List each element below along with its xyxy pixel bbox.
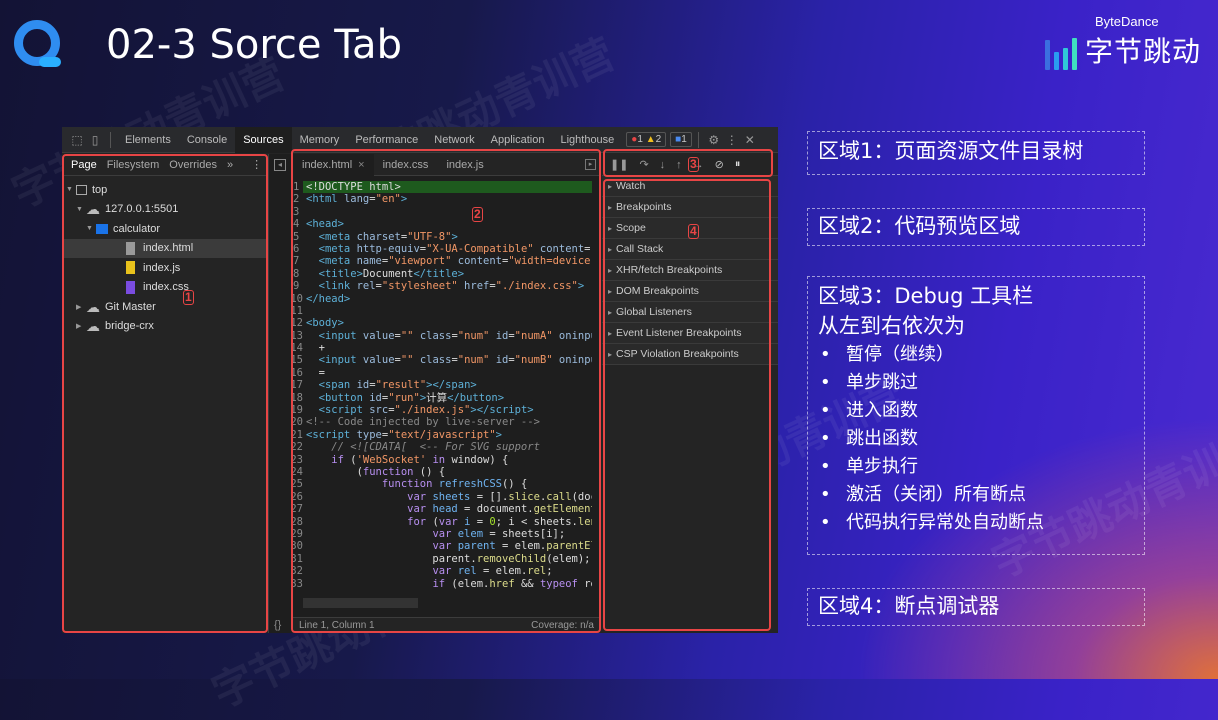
note-title: 区域3：Debug 工具栏 (818, 284, 1034, 308)
messages-badge[interactable]: ■1 (670, 132, 692, 147)
bytedance-bars-icon (1045, 38, 1077, 70)
note-title: 区域1：页面资源文件目录树 (818, 139, 1084, 163)
debug-tool-item: 代码执行异常处自动断点 (818, 509, 1134, 537)
brand-en: ByteDance (1095, 14, 1159, 29)
note-subtitle: 从左到右依次为 (818, 314, 965, 338)
app-logo-icon (14, 20, 61, 67)
area-marker-1: 1 (183, 290, 194, 305)
inspect-icon[interactable]: ⬚ (68, 133, 86, 147)
note-area-2: 区域2：代码预览区域 (807, 208, 1145, 246)
devtools-window: ⬚ ▯ Elements Console Sources Memory Performa… (62, 126, 778, 633)
note-area-3: 区域3：Debug 工具栏 从左到右依次为 暂停（继续）单步跳过进入函数跳出函数… (807, 276, 1145, 555)
pretty-print-icon[interactable]: {} (274, 619, 281, 631)
debug-tool-item: 进入函数 (818, 397, 1134, 425)
note-area-4: 区域4：断点调试器 (807, 588, 1145, 626)
note-title: 区域2：代码预览区域 (818, 214, 1021, 238)
area-marker-2: 2 (472, 207, 483, 222)
page-title: 02-3 Sorce Tab (106, 22, 402, 68)
area-4-highlight (603, 179, 771, 631)
note-title: 区域4：断点调试器 (818, 594, 1000, 618)
gear-icon[interactable]: ⚙ (705, 133, 723, 147)
tab-elements[interactable]: Elements (117, 127, 179, 153)
bytedance-logo: ByteDance 字节跳动 (1045, 14, 1201, 70)
sidebar-toggle-icon[interactable]: ◂ (274, 159, 286, 171)
debug-tool-item: 暂停（继续） (818, 341, 1134, 369)
divider (697, 131, 699, 148)
close-icon[interactable]: ✕ (741, 133, 759, 147)
navigator-toggle[interactable]: ◂ {} (268, 154, 292, 633)
area-2-highlight (291, 149, 601, 633)
note-area-1: 区域1：页面资源文件目录树 (807, 131, 1145, 175)
divider (110, 131, 111, 148)
debug-tool-item: 单步执行 (818, 453, 1134, 481)
area-marker-4: 4 (688, 224, 699, 239)
debug-tool-item: 单步跳过 (818, 369, 1134, 397)
device-toggle-icon[interactable]: ▯ (86, 133, 104, 147)
debug-tool-item: 激活（关闭）所有断点 (818, 481, 1134, 509)
error-badge[interactable]: ●1 ▲2 (626, 132, 667, 147)
tab-sources[interactable]: Sources (235, 126, 292, 153)
area-1-highlight (62, 154, 268, 633)
area-marker-3: 3 (688, 157, 699, 172)
more-menu-icon[interactable]: ⋮ (723, 133, 741, 147)
brand-cn: 字节跳动 (1085, 35, 1202, 68)
tab-console[interactable]: Console (179, 127, 235, 153)
debug-tool-item: 跳出函数 (818, 425, 1134, 453)
